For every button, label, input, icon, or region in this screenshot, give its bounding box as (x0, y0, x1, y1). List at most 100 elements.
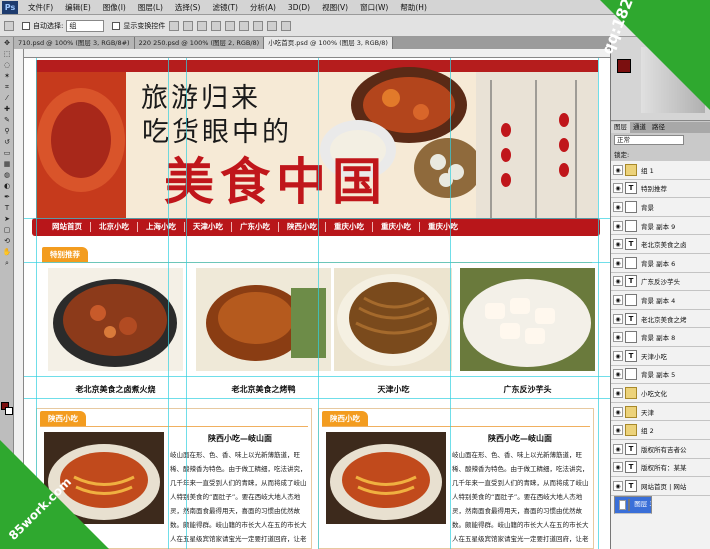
visibility-eye-icon[interactable]: ◉ (613, 257, 623, 268)
nav-guangdong[interactable]: 广东小吃 (232, 222, 279, 232)
eyedropper-tool-icon[interactable]: ⁄ (1, 93, 13, 103)
guide-horizontal-2[interactable] (24, 262, 610, 263)
path-selection-tool-icon[interactable]: ➤ (1, 214, 13, 224)
magic-wand-tool-icon[interactable]: ✶ (1, 71, 13, 81)
ruler-horizontal[interactable] (24, 49, 610, 58)
distribute-middle-icon[interactable] (267, 20, 278, 31)
nav-home[interactable]: 网站首页 (44, 222, 91, 232)
layer-row[interactable]: ◉ 背景 (611, 198, 710, 217)
visibility-eye-icon[interactable]: ◉ (613, 332, 623, 343)
visibility-eye-icon[interactable]: ◉ (613, 369, 623, 380)
visibility-eye-icon[interactable]: ◉ (613, 294, 623, 305)
visibility-eye-icon[interactable]: ◉ (613, 164, 623, 175)
align-center-icon[interactable] (225, 20, 236, 31)
document-canvas[interactable]: 旅游归来 吃货眼中的 美食中国 网站首页 北京小吃 上海小吃 天津小吃 广东小吃… (24, 58, 610, 549)
guide-vertical-3[interactable] (186, 58, 187, 549)
doc-tab-2[interactable]: 220 250.psd @ 100% (图层 2, RGB/8) (134, 37, 265, 49)
guide-vertical-4[interactable] (318, 58, 319, 549)
align-bottom-icon[interactable] (197, 20, 208, 31)
visibility-eye-icon[interactable]: ◉ (613, 220, 623, 231)
visibility-eye-icon[interactable]: ◉ (613, 239, 623, 250)
auto-select-dropdown[interactable]: 组 (66, 19, 105, 32)
tab-paths[interactable]: 路径 (649, 122, 668, 133)
hand-tool-icon[interactable]: ✋ (1, 247, 13, 257)
guide-vertical-6[interactable] (598, 58, 599, 549)
dodge-tool-icon[interactable]: ◐ (1, 181, 13, 191)
blend-mode-dropdown[interactable]: 正常 (614, 135, 684, 145)
visibility-eye-icon[interactable]: ◉ (613, 480, 623, 491)
menu-view[interactable]: 视图(V) (316, 2, 354, 13)
layer-row[interactable]: ◉ 小吃文化 (611, 384, 710, 403)
layer-row[interactable]: ◉ 组 2 (611, 421, 710, 440)
layer-row[interactable]: ◉ 背景 副本 6 (611, 254, 710, 273)
nav-chongqing-1[interactable]: 重庆小吃 (326, 222, 373, 232)
nav-tianjin[interactable]: 天津小吃 (185, 222, 232, 232)
layer-row[interactable]: ◉ T 版权所有：某某 (611, 459, 710, 478)
gradient-tool-icon[interactable]: ▦ (1, 159, 13, 169)
doc-tab-3[interactable]: 小吃首页.psd @ 100% (图层 3, RGB/8) (264, 37, 393, 49)
visibility-eye-icon[interactable]: ◉ (613, 443, 623, 454)
guide-horizontal-4[interactable] (24, 398, 610, 399)
crop-tool-icon[interactable]: ⌗ (1, 82, 13, 92)
visibility-eye-icon[interactable]: ◉ (613, 201, 623, 212)
align-right-icon[interactable] (239, 20, 250, 31)
layer-row[interactable]: ◉ T 特别推荐 (611, 180, 710, 199)
menu-file[interactable]: 文件(F) (22, 2, 59, 13)
type-tool-icon[interactable]: T (1, 203, 13, 213)
healing-brush-tool-icon[interactable]: ✚ (1, 104, 13, 114)
layer-row[interactable]: ◉ T 广东反沙芋头 (611, 273, 710, 292)
move-tool-icon[interactable]: ✥ (1, 38, 13, 48)
marquee-tool-icon[interactable]: ⬚ (1, 49, 13, 59)
pen-tool-icon[interactable]: ✒ (1, 192, 13, 202)
layer-row[interactable]: ◉ T 老北京美食之烤 (611, 310, 710, 329)
menu-select[interactable]: 选择(S) (169, 2, 207, 13)
layer-row[interactable]: ◉ T 老北京美食之卤 (611, 235, 710, 254)
menu-image[interactable]: 图像(I) (97, 2, 132, 13)
layer-row[interactable]: ◉ T 版权所有吉者公 (611, 440, 710, 459)
visibility-eye-icon[interactable]: ◉ (613, 276, 623, 287)
menu-layer[interactable]: 图层(L) (132, 2, 169, 13)
eraser-tool-icon[interactable]: ▭ (1, 148, 13, 158)
layer-row[interactable]: ◉ 背景 副本 4 (611, 291, 710, 310)
brush-tool-icon[interactable]: ✎ (1, 115, 13, 125)
align-top-icon[interactable] (169, 20, 180, 31)
visibility-eye-icon[interactable]: ◉ (613, 406, 623, 417)
distribute-bottom-icon[interactable] (281, 20, 292, 31)
zoom-tool-icon[interactable]: ⌕ (1, 258, 13, 268)
menu-3d[interactable]: 3D(D) (282, 3, 316, 12)
auto-select-checkbox[interactable] (22, 21, 30, 30)
tab-layers[interactable]: 图层 (611, 122, 630, 133)
nav-chongqing-3[interactable]: 重庆小吃 (420, 222, 466, 232)
layer-row[interactable]: ◉ T 网站首页 | 网站 (611, 477, 710, 496)
background-color-swatch[interactable] (5, 407, 13, 415)
layer-row[interactable]: ◉ T 天津小吃 (611, 347, 710, 366)
menu-analysis[interactable]: 分析(A) (244, 2, 282, 13)
layer-row[interactable]: ◉ 背景 副本 8 (611, 328, 710, 347)
move-tool-preset-icon[interactable] (4, 20, 14, 31)
visibility-eye-icon[interactable]: ◉ (613, 350, 623, 361)
doc-tab-1[interactable]: 710.psd @ 100% (图层 3, RGB/8#) (14, 37, 135, 49)
visibility-eye-icon[interactable]: ◉ (613, 313, 623, 324)
guide-vertical-5[interactable] (450, 58, 451, 549)
menu-edit[interactable]: 编辑(E) (59, 2, 97, 13)
menu-window[interactable]: 窗口(W) (354, 2, 394, 13)
guide-horizontal-1[interactable] (24, 218, 610, 219)
history-brush-tool-icon[interactable]: ↺ (1, 137, 13, 147)
3d-rotate-tool-icon[interactable]: ⟲ (1, 236, 13, 246)
lasso-tool-icon[interactable]: ◌ (1, 60, 13, 70)
guide-vertical-2[interactable] (168, 58, 169, 549)
visibility-eye-icon[interactable]: ◉ (619, 499, 627, 510)
visibility-eye-icon[interactable]: ◉ (613, 462, 623, 473)
distribute-top-icon[interactable] (253, 20, 264, 31)
tab-channels[interactable]: 通道 (630, 122, 649, 133)
nav-chongqing-2[interactable]: 重庆小吃 (373, 222, 420, 232)
nav-beijing[interactable]: 北京小吃 (91, 222, 138, 232)
visibility-eye-icon[interactable]: ◉ (613, 387, 623, 398)
layer-row[interactable]: ◉ 图层 3 (614, 495, 652, 515)
nav-shanghai[interactable]: 上海小吃 (138, 222, 185, 232)
menu-filter[interactable]: 滤镜(T) (207, 2, 244, 13)
layer-row[interactable]: ◉ 背景 副本 5 (611, 366, 710, 385)
layer-row[interactable]: ◉ 组 1 (611, 161, 710, 180)
align-middle-icon[interactable] (183, 20, 194, 31)
blur-tool-icon[interactable]: ◍ (1, 170, 13, 180)
